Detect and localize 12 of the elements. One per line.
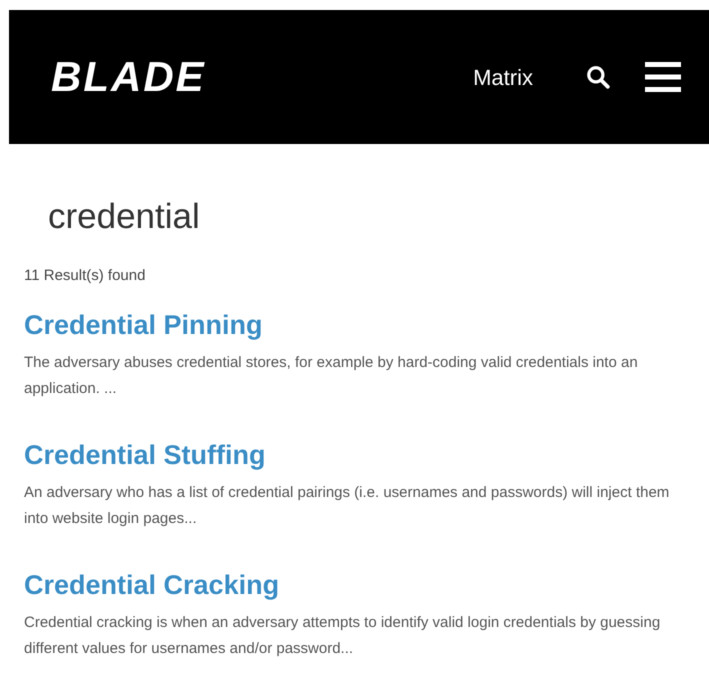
result-title[interactable]: Credential Stuffing — [24, 438, 689, 472]
search-icon[interactable] — [585, 64, 611, 90]
nav-link[interactable]: Matrix — [473, 60, 533, 94]
result-title[interactable]: Credential Pinning — [24, 308, 689, 342]
result-title[interactable]: Credential Cracking — [24, 568, 689, 602]
result-count: 11 Result(s) found — [24, 266, 146, 286]
logo[interactable]: BLADE — [51, 56, 206, 98]
search-query: credential — [48, 198, 200, 234]
result-description: The adversary abuses credential stores, for example by hard-coding valid credentials into an application. ... — [24, 353, 639, 399]
result-description: Credential cracking is when an adversary attempts to identify valid login credentials by guessing different values for usernames and/or password... — [24, 613, 662, 659]
result-description: An adversary who has a list of credential pairings (i.e. usernames and passwords) will inject them into website login pages... — [24, 483, 670, 529]
menu-icon[interactable] — [645, 62, 681, 92]
